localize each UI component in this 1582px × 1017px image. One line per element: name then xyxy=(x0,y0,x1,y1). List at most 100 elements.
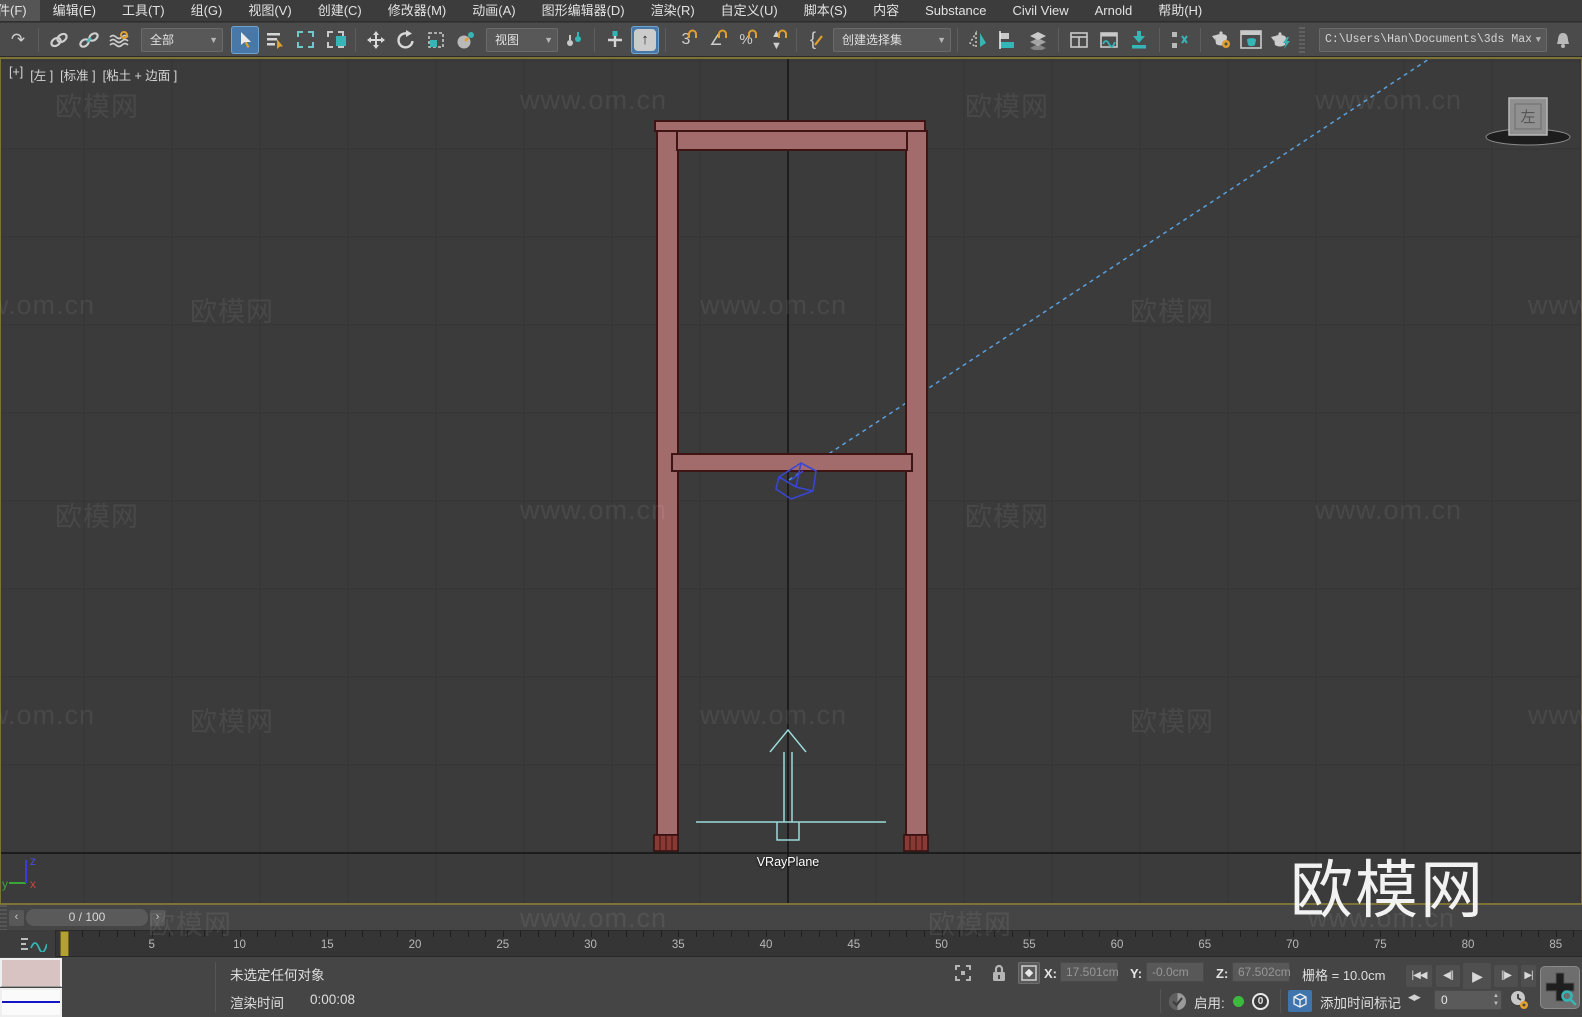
select-and-rotate-button[interactable] xyxy=(392,26,420,54)
dropdown-arrow-icon: ▼ xyxy=(544,34,553,45)
window-crossing-toggle[interactable] xyxy=(321,26,349,54)
viewport-menu-standard[interactable]: [标准 ] xyxy=(60,65,95,84)
select-and-place-button[interactable] xyxy=(452,26,480,54)
named-selection-sets-dropdown[interactable]: 创建选择集 ▼ xyxy=(833,27,951,52)
menu-item-8[interactable]: 图形编辑器(D) xyxy=(529,0,638,21)
frame-spinner[interactable]: ▲ ▼ xyxy=(1493,992,1499,1008)
project-folder-field[interactable]: C:\Users\Han\Documents\3ds Max 2022 ▼ xyxy=(1319,27,1547,52)
maxscript-macro-recorder[interactable] xyxy=(0,958,62,987)
menu-item-7[interactable]: 动画(A) xyxy=(459,0,528,21)
clipped-toolbar-icon[interactable] xyxy=(1549,26,1577,54)
time-configuration-button[interactable] xyxy=(1508,989,1530,1011)
go-to-end-button[interactable]: ▶| xyxy=(1521,965,1536,987)
menu-item-10[interactable]: 自定义(U) xyxy=(708,0,791,21)
redo-button[interactable]: ↷ xyxy=(4,26,32,54)
material-editor-button[interactable] xyxy=(1166,26,1194,54)
menu-item-3[interactable]: 组(G) xyxy=(178,0,236,21)
viewport-menu-pov[interactable]: [左 ] xyxy=(30,65,53,84)
rectangular-selection-region-button[interactable] xyxy=(291,26,319,54)
vrayplane-gizmo[interactable] xyxy=(696,728,886,841)
track-bar: ‹ 0 / 100 › xyxy=(0,905,1582,930)
next-frame-nav-button[interactable]: › xyxy=(150,909,165,926)
toolbar-separator xyxy=(665,27,666,52)
zero-badge[interactable]: 0 xyxy=(1252,993,1269,1010)
schematic-view-button[interactable] xyxy=(1125,26,1153,54)
vrayplane-label[interactable]: VRayPlane xyxy=(728,855,848,869)
menu-item-12[interactable]: 内容 xyxy=(860,0,912,21)
absolute-mode-toggle[interactable] xyxy=(1018,962,1040,984)
viewport-menu-general[interactable]: [+] xyxy=(9,65,23,84)
selection-filter-dropdown[interactable]: 全部 ▼ xyxy=(141,27,223,52)
menu-item-9[interactable]: 渲染(R) xyxy=(638,0,708,21)
keyboard-shortcut-override-toggle[interactable]: ↑ xyxy=(631,25,659,54)
render-production-button[interactable] xyxy=(1267,26,1295,54)
table-frame-model[interactable] xyxy=(653,120,929,852)
menu-item-15[interactable]: Arnold xyxy=(1082,0,1146,21)
open-mini-curve-editor-button[interactable] xyxy=(0,930,56,957)
table-left-leg[interactable] xyxy=(656,130,679,836)
menu-item-11[interactable]: 脚本(S) xyxy=(791,0,860,21)
select-and-link-button[interactable] xyxy=(45,26,73,54)
table-top-slab[interactable] xyxy=(654,120,926,132)
curve-editor-button[interactable] xyxy=(1095,26,1123,54)
use-pivot-point-center-button[interactable] xyxy=(560,26,588,54)
table-feet[interactable] xyxy=(653,834,929,852)
menu-item-13[interactable]: Substance xyxy=(912,0,999,21)
go-to-start-button[interactable]: |◀◀ xyxy=(1406,965,1432,987)
viewport-menu-shading[interactable]: [粘土 + 边面 ] xyxy=(103,65,178,84)
time-slider[interactable] xyxy=(60,931,69,956)
key-mode-toggle[interactable]: ◀▶ xyxy=(1408,992,1421,1003)
edit-named-selection-sets-button[interactable]: { xyxy=(803,26,831,54)
time-ruler[interactable]: 5 10 15 20 25 30 35 40 45 50 55 60 65 70 75 80 85 xyxy=(0,930,1582,957)
menu-item-0[interactable]: 件(F) xyxy=(0,0,40,21)
next-frame-button[interactable]: ||▶ xyxy=(1494,965,1518,987)
x-coordinate-field[interactable]: 17.501cm xyxy=(1060,962,1119,982)
angle-snap-toggle[interactable]: ∠ xyxy=(702,26,730,54)
ruler-tick xyxy=(1415,931,1417,937)
frame-indicator[interactable]: 0 / 100 xyxy=(26,909,148,926)
previous-frame-nav-button[interactable]: ‹ xyxy=(9,909,24,926)
table-apron[interactable] xyxy=(676,130,908,151)
select-by-name-button[interactable] xyxy=(261,26,289,54)
selection-lock-toggle[interactable] xyxy=(988,962,1010,984)
play-button[interactable]: ▶ xyxy=(1463,963,1491,989)
align-button[interactable] xyxy=(994,26,1022,54)
table-right-leg[interactable] xyxy=(905,130,928,836)
maxscript-mini-listener[interactable] xyxy=(0,988,62,1017)
select-and-move-button[interactable] xyxy=(362,26,390,54)
menu-item-6[interactable]: 修改器(M) xyxy=(375,0,460,21)
select-object-button[interactable] xyxy=(231,25,259,54)
mirror-button[interactable] xyxy=(964,26,992,54)
toggle-scene-explorer-button[interactable] xyxy=(1065,26,1093,54)
percent-snap-toggle[interactable]: % xyxy=(732,26,760,54)
z-coordinate-field[interactable]: 67.502cm xyxy=(1232,962,1291,982)
menu-item-5[interactable]: 创建(C) xyxy=(305,0,375,21)
bind-to-space-warp-button[interactable] xyxy=(105,26,133,54)
snaps-toggle[interactable]: 3 xyxy=(672,26,700,54)
viewport-left[interactable]: [+] [左 ] [标准 ] [粘土 + 边面 ] y z x 左 VRayPl… xyxy=(0,57,1582,905)
select-and-manipulate-button[interactable] xyxy=(601,26,629,54)
viewport-canvas: y z x 左 xyxy=(1,59,1581,903)
menu-item-4[interactable]: 视图(V) xyxy=(235,0,304,21)
previous-frame-button[interactable]: ◀|| xyxy=(1436,965,1460,987)
unlink-selection-button[interactable] xyxy=(75,26,103,54)
rendered-frame-window-button[interactable] xyxy=(1237,26,1265,54)
reference-coordinate-dropdown[interactable]: 视图 ▼ xyxy=(486,27,558,52)
menu-item-2[interactable]: 工具(T) xyxy=(109,0,178,21)
layer-explorer-button[interactable] xyxy=(1024,26,1052,54)
auto-key-button[interactable] xyxy=(1540,966,1580,1009)
select-and-scale-button[interactable] xyxy=(422,26,450,54)
spinner-snap-toggle[interactable]: ▲ ▼ xyxy=(762,26,790,54)
viewcube[interactable]: 左 xyxy=(1485,97,1571,146)
selected-object-type-button[interactable] xyxy=(1288,990,1312,1012)
menu-item-1[interactable]: 编辑(E) xyxy=(40,0,109,21)
toolbar-drag-handle[interactable] xyxy=(1299,26,1305,53)
render-setup-button[interactable] xyxy=(1207,26,1235,54)
y-coordinate-field[interactable]: -0.0cm xyxy=(1146,962,1204,982)
isolate-selection-toggle[interactable] xyxy=(952,962,974,984)
trackbar-drag-handle[interactable] xyxy=(0,905,7,930)
current-frame-field[interactable]: 0 ▲ ▼ xyxy=(1434,990,1502,1010)
menu-item-16[interactable]: 帮助(H) xyxy=(1145,0,1215,21)
menu-item-14[interactable]: Civil View xyxy=(1000,0,1082,21)
safe-frames-icon[interactable] xyxy=(1166,990,1188,1012)
